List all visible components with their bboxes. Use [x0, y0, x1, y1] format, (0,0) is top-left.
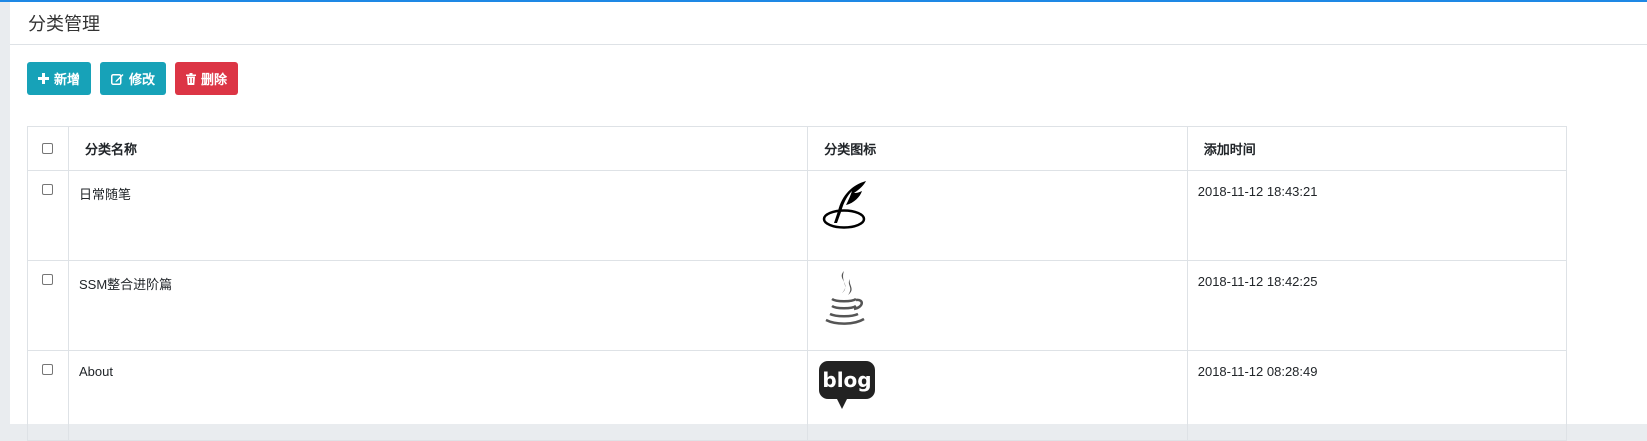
category-name: 日常随笔: [67, 170, 809, 261]
row-checkbox[interactable]: [42, 184, 54, 195]
feather-pen-icon: [822, 181, 870, 234]
column-header-icon[interactable]: 分类图标: [807, 126, 1188, 171]
column-header-time[interactable]: 添加时间: [1186, 126, 1568, 171]
row-check-cell: [27, 260, 69, 351]
table-row[interactable]: About blog 2018-11-12 08:28:49: [27, 350, 1568, 441]
add-button[interactable]: 新增: [27, 62, 92, 95]
page-title: 分类管理: [28, 14, 100, 34]
delete-button[interactable]: 删除: [175, 62, 239, 95]
table-header-row: 分类名称 分类图标 添加时间: [27, 126, 1568, 171]
edit-icon: [111, 73, 124, 85]
created-time: 2018-11-12 18:42:25: [1186, 260, 1568, 351]
blog-bubble-icon: blog: [818, 361, 876, 414]
column-header-name[interactable]: 分类名称: [67, 126, 809, 171]
page-header: 分类管理: [10, 2, 1647, 45]
created-time: 2018-11-12 18:43:21: [1186, 170, 1568, 261]
row-checkbox[interactable]: [42, 274, 54, 285]
svg-text:blog: blog: [823, 368, 872, 392]
table-row[interactable]: SSM整合进阶篇 2018-11-12 18:42:25: [27, 260, 1568, 351]
trash-icon: [186, 72, 197, 85]
select-all-cell: [27, 126, 69, 171]
select-all-checkbox[interactable]: [42, 142, 54, 154]
delete-button-label: 删除: [201, 72, 228, 87]
table-row[interactable]: 日常随笔 2018-11-12 18:43:21: [27, 170, 1568, 261]
edit-button-label: 修改: [129, 72, 156, 87]
category-name: SSM整合进阶篇: [67, 260, 809, 351]
java-coffee-icon: [822, 271, 870, 332]
category-name: About: [67, 350, 809, 441]
row-check-cell: [27, 350, 69, 441]
created-time: 2018-11-12 08:28:49: [1186, 350, 1568, 441]
category-table: 分类名称 分类图标 添加时间 日常随笔 2018-11-12 18:43:21 …: [27, 126, 1568, 441]
row-checkbox[interactable]: [42, 364, 54, 375]
category-icon-cell: [807, 260, 1188, 351]
plus-icon: [38, 73, 49, 84]
content-panel: 分类管理 新增 修改 删除 分类名称 分类图标 添加时间 日常随笔 2018-1…: [10, 2, 1647, 441]
add-button-label: 新增: [54, 72, 81, 87]
toolbar: 新增 修改 删除: [27, 62, 239, 95]
edit-button[interactable]: 修改: [100, 62, 167, 95]
row-check-cell: [27, 170, 69, 261]
category-icon-cell: [807, 170, 1188, 261]
category-icon-cell: blog: [807, 350, 1188, 441]
